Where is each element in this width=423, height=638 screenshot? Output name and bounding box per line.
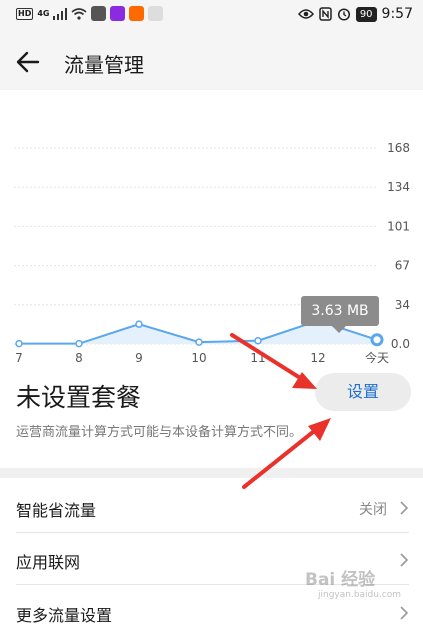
data-point bbox=[195, 338, 203, 346]
x-tick-label: 8 bbox=[75, 351, 83, 365]
x-tick-label: 今天 bbox=[365, 350, 389, 365]
chevron-right-icon bbox=[400, 606, 409, 620]
video-app-icon bbox=[110, 6, 126, 21]
x-tick-label: 10 bbox=[191, 351, 206, 365]
plan-note: 运营商流量计算方式可能与本设备计算方式不同。 bbox=[16, 425, 303, 440]
y-tick-label: 0.0 bbox=[391, 337, 410, 351]
section-divider bbox=[0, 468, 423, 478]
x-tick-label: 7 bbox=[15, 351, 23, 365]
y-tick-label: 168 bbox=[387, 141, 410, 155]
list-item-label: 应用联网 bbox=[16, 553, 81, 572]
chevron-right-icon bbox=[400, 553, 409, 567]
data-point bbox=[15, 339, 23, 348]
alarm-icon bbox=[337, 8, 350, 21]
y-tick-label: 101 bbox=[387, 219, 410, 233]
data-point bbox=[254, 336, 262, 345]
hd-indicator: HD bbox=[16, 7, 34, 20]
shopping-app-icon bbox=[129, 6, 145, 21]
y-tick-label: 134 bbox=[387, 180, 410, 194]
chat-app-icon bbox=[91, 6, 107, 21]
list-item-value: 关闭 bbox=[359, 502, 387, 518]
x-tick-label: 12 bbox=[310, 351, 325, 365]
usage-chart: 168 134 101 67 34 0.0 7 8 9 10 11 12 今天 3.63 MB bbox=[0, 90, 423, 370]
list-item-smart-data-saver[interactable]: 智能省流量 关闭 bbox=[0, 483, 423, 533]
list-item-label: 更多流量设置 bbox=[16, 606, 113, 625]
app-bar: 流量管理 bbox=[0, 32, 423, 90]
signal-icon bbox=[53, 7, 68, 20]
network-type-indicator: 4G bbox=[37, 9, 50, 18]
wifi-icon bbox=[71, 7, 88, 20]
watermark-logo: Bai 经验 bbox=[305, 570, 376, 590]
status-bar: HD 4G 90 9:57 bbox=[0, 0, 423, 32]
x-tick-label: 11 bbox=[250, 351, 265, 365]
battery-icon: 90 bbox=[355, 6, 377, 22]
list-item-label: 智能省流量 bbox=[16, 501, 97, 520]
data-point bbox=[75, 339, 83, 348]
y-tick-label: 67 bbox=[395, 259, 410, 273]
usage-tooltip: 3.63 MB bbox=[301, 296, 379, 326]
chevron-right-icon bbox=[400, 501, 409, 515]
status-right: 90 9:57 bbox=[297, 6, 413, 22]
plan-title: 未设置套餐 bbox=[16, 383, 142, 412]
x-tick-label: 9 bbox=[135, 351, 143, 365]
data-point-highlighted bbox=[370, 333, 384, 347]
row-divider bbox=[16, 532, 409, 533]
status-left: HD 4G bbox=[16, 6, 164, 21]
eye-icon bbox=[297, 9, 314, 19]
usage-tooltip-tail bbox=[332, 326, 346, 333]
app-notification-icon bbox=[148, 6, 164, 21]
watermark-url: jingyan.baidu.com bbox=[318, 590, 402, 600]
usage-chart-svg: 168 134 101 67 34 0.0 7 8 9 10 11 12 今天 bbox=[14, 141, 410, 365]
page-title: 流量管理 bbox=[64, 53, 144, 77]
nfc-icon bbox=[319, 7, 332, 21]
setup-plan-button[interactable]: 设置 bbox=[315, 373, 411, 411]
data-point bbox=[135, 320, 143, 328]
clock: 9:57 bbox=[381, 6, 413, 22]
y-tick-label: 34 bbox=[395, 298, 410, 312]
back-arrow-icon[interactable] bbox=[14, 48, 42, 76]
